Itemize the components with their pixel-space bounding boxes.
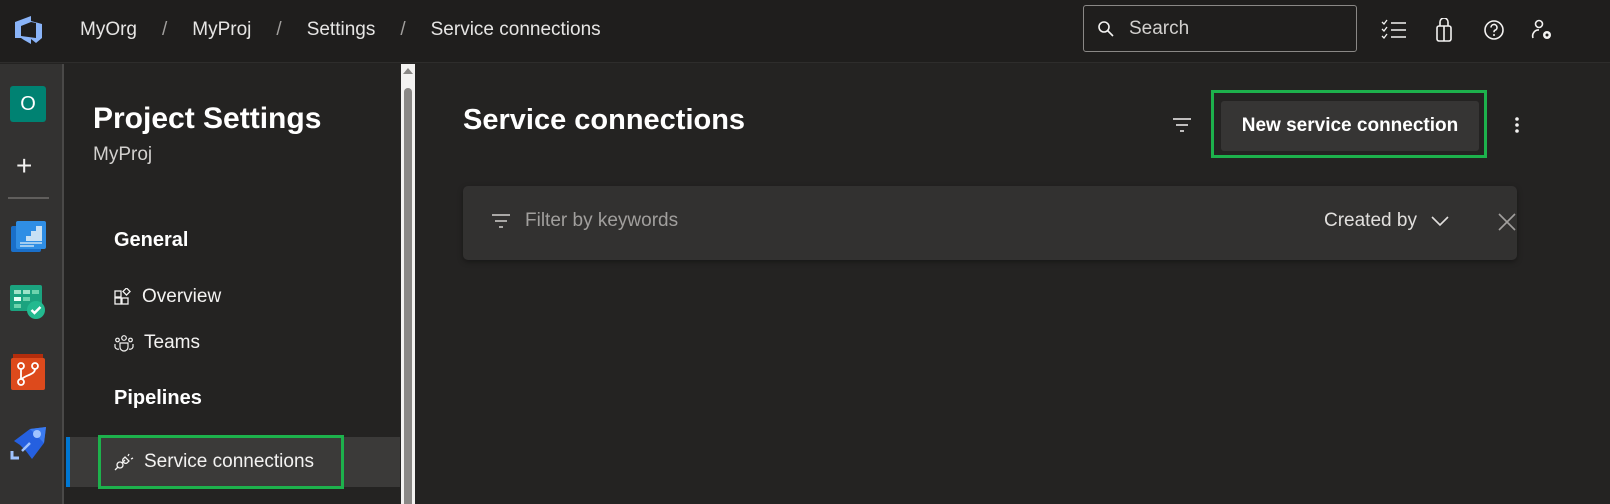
marketplace-button[interactable] — [1430, 16, 1458, 44]
clear-filter-close-icon[interactable] — [1498, 213, 1516, 231]
keyword-filter-input[interactable]: Filter by keywords — [491, 210, 678, 232]
section-heading-general: General — [114, 229, 189, 251]
sidebar-title: Project Settings — [93, 102, 322, 135]
pipelines-app-icon[interactable] — [10, 425, 46, 461]
breadcrumb-settings[interactable]: Settings — [307, 19, 376, 41]
marketplace-bag-icon — [1436, 18, 1452, 42]
sidebar-item-teams[interactable]: Teams — [114, 332, 200, 354]
filter-icon — [492, 214, 510, 228]
page-title: Service connections — [463, 104, 746, 136]
task-list-button[interactable] — [1380, 16, 1408, 44]
scroll-up-arrow-icon[interactable] — [403, 68, 413, 74]
overview-app-icon[interactable] — [10, 218, 46, 254]
help-button[interactable] — [1480, 16, 1508, 44]
selected-indicator — [66, 437, 70, 487]
breadcrumb-org[interactable]: MyOrg — [80, 19, 137, 41]
org-avatar[interactable]: O — [10, 86, 46, 122]
chevron-down-icon — [1431, 216, 1449, 227]
add-icon[interactable]: + — [16, 152, 32, 180]
highlight-box-new-service-connection — [1211, 90, 1487, 158]
rail-divider — [8, 197, 49, 199]
breadcrumb-separator: / — [276, 19, 282, 40]
highlight-box-service-connections — [98, 435, 344, 489]
app-rail: O + — [0, 64, 64, 504]
sidebar-item-label: Teams — [144, 332, 200, 353]
filter-placeholder: Filter by keywords — [525, 210, 679, 231]
user-settings-button[interactable] — [1528, 16, 1556, 44]
breadcrumb-separator: / — [162, 19, 168, 40]
section-heading-pipelines: Pipelines — [114, 387, 202, 409]
top-bar: MyOrg / MyProj / Settings / Service conn… — [0, 0, 1610, 63]
search-placeholder: Search — [1129, 17, 1190, 39]
teams-icon — [114, 335, 134, 352]
breadcrumb-project[interactable]: MyProj — [192, 19, 251, 41]
filter-bar: Filter by keywords Created by — [463, 186, 1517, 260]
user-settings-icon — [1531, 19, 1551, 39]
sidebar-item-label: Overview — [142, 286, 222, 307]
breadcrumb: MyOrg / MyProj / Settings / Service conn… — [80, 0, 601, 60]
scrollbar-thumb[interactable] — [404, 88, 412, 504]
sidebar-item-overview[interactable]: Overview — [114, 286, 221, 308]
repos-app-icon[interactable] — [10, 354, 46, 390]
overview-icon — [114, 288, 131, 305]
search-icon — [1098, 20, 1114, 37]
help-icon — [1484, 20, 1504, 40]
breadcrumb-current[interactable]: Service connections — [431, 19, 601, 41]
azure-devops-logo-icon[interactable] — [11, 12, 47, 48]
filter-toggle-icon[interactable] — [1172, 117, 1192, 133]
boards-app-icon[interactable] — [10, 283, 46, 319]
created-by-label: Created by — [1324, 210, 1417, 231]
search-input[interactable]: Search — [1083, 5, 1357, 52]
created-by-dropdown[interactable]: Created by — [1324, 210, 1449, 232]
more-options-icon[interactable] — [1513, 115, 1521, 135]
breadcrumb-separator: / — [400, 19, 406, 40]
task-list-icon — [1381, 19, 1406, 39]
sidebar-subtitle: MyProj — [93, 144, 153, 165]
